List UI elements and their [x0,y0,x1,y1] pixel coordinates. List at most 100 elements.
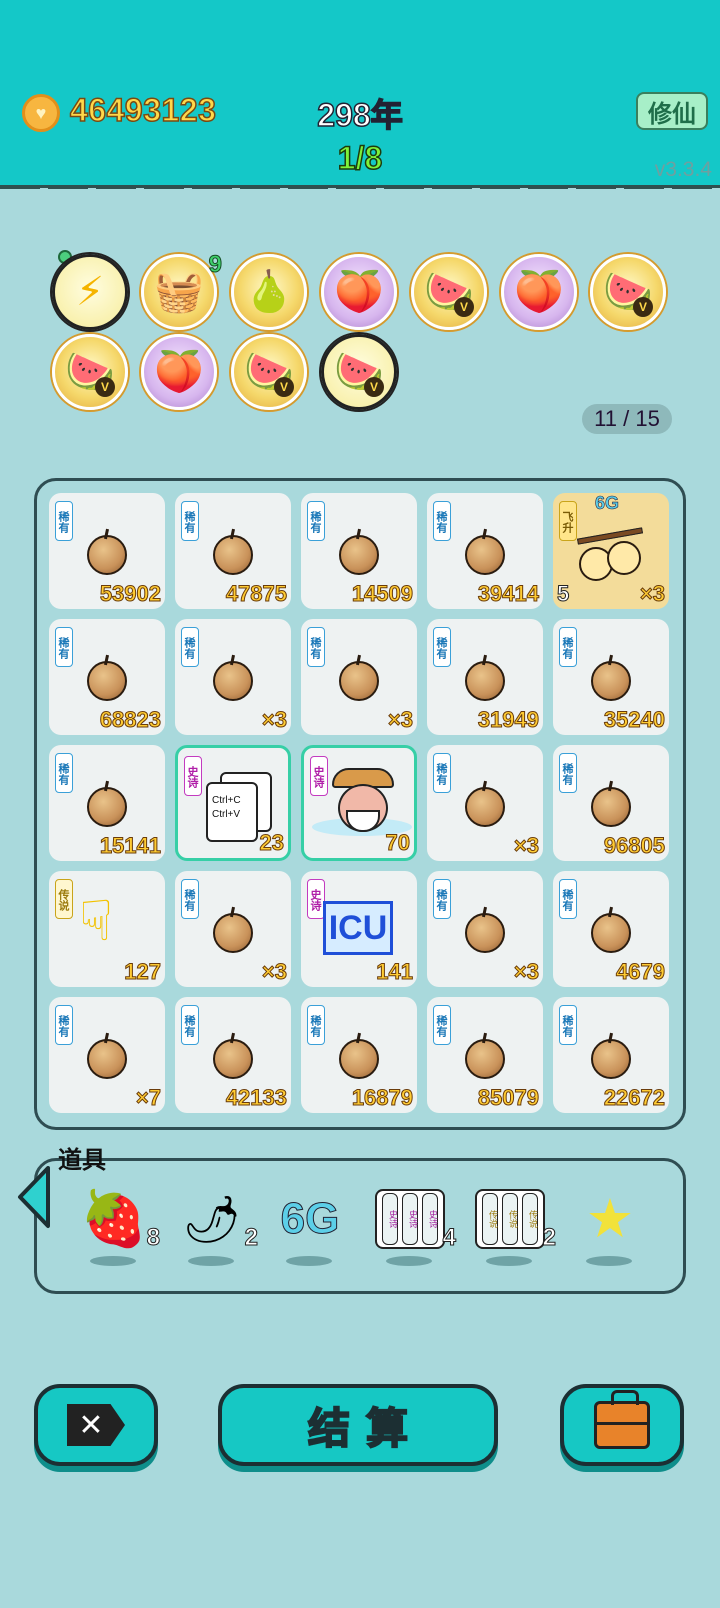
grid-cell[interactable]: 稀有 53902 [49,493,165,609]
grid-cell-copy-card[interactable]: 史诗 Ctrl+C Ctrl+V 23 [175,745,291,861]
rarity-tag: 稀有 [55,753,73,793]
fruit-icon [591,1039,631,1079]
slot-counter: 11 / 15 [582,404,672,434]
grid-cell[interactable]: 稀有 16879 [301,997,417,1113]
6g-label: 6G [595,493,620,514]
cell-value: 85079 [477,1085,539,1111]
cell-value: ×3 [261,707,287,733]
cell-value: 35240 [603,707,665,733]
fruit-platter-badge[interactable]: 🍉 V [52,334,128,410]
coin-balance: 46493123 [69,91,217,129]
twin-fruit-icon: 🍑 [514,270,564,314]
settle-button[interactable]: 结算 [218,1384,498,1466]
old-man-icon [332,768,394,838]
copy-paste-text: Ctrl+C Ctrl+V [206,782,258,842]
fruit-basket-badge[interactable]: 🧺 9 [141,251,223,330]
grid-cell[interactable]: 稀有 85079 [427,997,543,1113]
fruit-icon [87,535,127,575]
cultivate-button[interactable]: 修仙 [636,92,708,130]
grid-cell-old-man[interactable]: 史诗 70 [301,745,417,861]
rarity-tag: 稀有 [307,1005,325,1045]
fruit-icon [465,1039,505,1079]
cell-value: ×3 [387,707,413,733]
scroll-left-arrow-icon[interactable] [14,1164,52,1230]
grid-cell[interactable]: 稀有 96805 [553,745,669,861]
twin-fruit-badge[interactable]: 🍑 [321,254,397,330]
grid-cell[interactable]: 稀有 35240 [553,619,669,735]
briefcase-icon [594,1390,650,1449]
item-legend-scroll[interactable]: 传说 传说 传说 2 [470,1186,557,1266]
fruit-platter-badge[interactable]: 🍉 V [231,334,307,410]
item-epic-scroll[interactable]: 史诗 史诗 史诗 4 [370,1186,457,1266]
grid-cell[interactable]: 稀有 4679 [553,871,669,987]
twin-fruit-badge[interactable]: 🍑 [141,334,217,410]
cell-value: 53902 [99,581,161,607]
cell-value: 39414 [477,581,539,607]
rarity-tag: 稀有 [433,501,451,541]
cell-value: ×3 [513,833,539,859]
rarity-tag: 稀有 [433,1005,451,1045]
grid-cell[interactable]: 稀有 ×3 [301,619,417,735]
cell-value: 15141 [99,833,161,859]
grid-cell[interactable]: 稀有 47875 [175,493,291,609]
fruit-icon [465,661,505,701]
rarity-tag: 稀有 [559,879,577,919]
star-icon: ★ [585,1189,635,1249]
cell-value: 22672 [603,1085,665,1111]
grid-cell[interactable]: 稀有 22672 [553,997,669,1113]
rarity-tag: 传说 [55,879,73,919]
v-mark: V [633,297,653,317]
delete-button[interactable]: ✕ [34,1384,158,1466]
v-mark: V [364,377,384,397]
rarity-tag: 稀有 [433,627,451,667]
grid-cell[interactable]: 稀有 68823 [49,619,165,735]
cell-value: 47875 [225,581,287,607]
cell-value: ×3 [261,959,287,985]
lightning-icon: ⚡ [75,270,105,314]
grid-cell[interactable]: 稀有 ×3 [427,871,543,987]
strawberry-icon: 🍓 [80,1189,148,1249]
grid-cell[interactable]: 稀有 ×3 [175,619,291,735]
rarity-tag: 稀有 [559,753,577,793]
fruit-platter-badge[interactable]: 🍉 V [411,254,487,330]
fruit-icon [87,1039,127,1079]
fruit-platter-badge[interactable]: 🍉 V [321,334,397,410]
rarity-tag: 稀有 [55,1005,73,1045]
rarity-tag: 稀有 [181,1005,199,1045]
grid-cell[interactable]: 稀有 31949 [427,619,543,735]
6g-icon: 6G [280,1194,340,1243]
item-chili[interactable]: 🌶 2 [172,1186,259,1266]
item-star[interactable]: ★ [570,1186,652,1266]
legend-scroll-icon: 传说 传说 传说 [470,1186,550,1252]
item-6g[interactable]: 6G [270,1186,352,1266]
grid-cell[interactable]: 稀有 39414 [427,493,543,609]
fruit-icon [87,787,127,827]
twin-fruit-badge[interactable]: 🍑 [501,254,577,330]
pomelo-badge[interactable]: 🍐 [231,254,307,330]
grid-cell[interactable]: 稀有 ×3 [427,745,543,861]
grid-cell[interactable]: 稀有 ×7 [49,997,165,1113]
coin-icon: ♥ [22,94,60,132]
rarity-tag: 稀有 [559,627,577,667]
items-title: 道具 [58,1147,106,1174]
grid-cell-ascend[interactable]: 飞升 6G 5 ×3 [553,493,669,609]
version-label: v3.3.4 [654,158,712,181]
grid-cell-pointing-hand[interactable]: 传说 ☟ 127 [49,871,165,987]
cell-value: 141 [376,959,414,985]
grid-cell-icu[interactable]: 史诗 ICU 141 [301,871,417,987]
item-strawberry[interactable]: 🍓 8 [74,1186,161,1266]
grid-cell[interactable]: 稀有 15141 [49,745,165,861]
fruit-icon [339,1039,379,1079]
rarity-tag: 稀有 [307,501,325,541]
grid-cell[interactable]: 稀有 14509 [301,493,417,609]
fruit-icon [465,913,505,953]
lightning-badge[interactable]: ⚡ [52,254,128,330]
cell-value: 127 [124,959,162,985]
fruit-icon [213,661,253,701]
year-counter: 298年 [317,96,404,134]
fruit-platter-badge[interactable]: 🍉 V [590,254,666,330]
grid-cell[interactable]: 稀有 ×3 [175,871,291,987]
grid-cell[interactable]: 稀有 42133 [175,997,291,1113]
inventory-button[interactable] [560,1384,684,1466]
rarity-tag: 史诗 [310,756,328,796]
